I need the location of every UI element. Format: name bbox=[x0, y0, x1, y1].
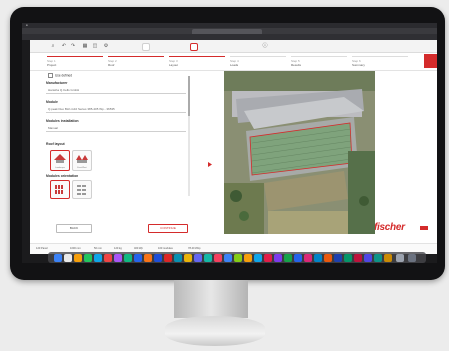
installation-title: Modules installation bbox=[46, 119, 79, 123]
checkbox-label: Use defined bbox=[55, 73, 73, 78]
search-icon[interactable]: ⌕ bbox=[50, 43, 56, 49]
app-icon[interactable] bbox=[324, 253, 332, 262]
orientation-landscape[interactable] bbox=[72, 180, 92, 199]
app-icon[interactable] bbox=[294, 253, 302, 262]
app-icon[interactable] bbox=[244, 253, 252, 262]
orientation-title: Modules orientation bbox=[46, 174, 79, 178]
app-icon[interactable] bbox=[104, 253, 112, 262]
app-icon[interactable] bbox=[254, 253, 262, 262]
fischer-logo: fischer bbox=[374, 222, 405, 233]
roof-option-caption: East-West bbox=[77, 167, 87, 169]
orientation-portrait[interactable] bbox=[50, 180, 70, 199]
app-icon[interactable] bbox=[154, 253, 162, 262]
os-dock bbox=[48, 252, 426, 263]
back-button[interactable]: BACK bbox=[56, 224, 92, 233]
app-icon[interactable] bbox=[274, 253, 282, 262]
trash-icon[interactable] bbox=[408, 253, 416, 262]
roof-east-west-icon bbox=[76, 155, 88, 163]
app-icon[interactable] bbox=[284, 253, 292, 262]
installation-select[interactable]: Manual bbox=[46, 125, 186, 132]
checkbox-box[interactable] bbox=[48, 73, 53, 78]
step-loads[interactable]: Step 4 Loads bbox=[230, 56, 290, 68]
status-item: 120 Panel bbox=[36, 247, 48, 250]
app-icon[interactable] bbox=[124, 253, 132, 262]
app-icon[interactable] bbox=[194, 253, 202, 262]
app-icon[interactable] bbox=[364, 253, 372, 262]
app-icon[interactable] bbox=[224, 253, 232, 262]
apple-icon[interactable]: ● bbox=[26, 23, 28, 27]
downloads-icon[interactable] bbox=[396, 253, 404, 262]
launchpad-icon[interactable] bbox=[64, 253, 72, 262]
collapse-handle-icon[interactable] bbox=[208, 162, 212, 167]
app-icon[interactable] bbox=[354, 253, 362, 262]
app-icon[interactable] bbox=[234, 253, 242, 262]
app-icon[interactable] bbox=[384, 253, 392, 262]
manufacturer-title: Manufacturer bbox=[46, 81, 68, 85]
step-layout[interactable]: Step 3 Layout bbox=[169, 56, 229, 68]
manufacturer-select[interactable]: Hanwha Q.Cells GmbH bbox=[46, 87, 186, 94]
undo-icon[interactable]: ↶ bbox=[61, 43, 67, 49]
app-icon[interactable] bbox=[304, 253, 312, 262]
module-title: Module bbox=[46, 100, 58, 104]
continue-button[interactable]: CONTINUE bbox=[148, 224, 188, 233]
step-summary[interactable]: Step 6 Summary bbox=[352, 56, 412, 68]
roof-option-east-west[interactable]: East-West bbox=[72, 150, 92, 171]
redo-icon[interactable]: ↷ bbox=[70, 43, 76, 49]
toolbar-chip[interactable] bbox=[142, 43, 150, 51]
fischer-logo-tag bbox=[420, 226, 428, 230]
app-icon[interactable] bbox=[204, 253, 212, 262]
finder-icon[interactable] bbox=[54, 253, 62, 262]
toolbar-chip-active[interactable] bbox=[190, 43, 198, 51]
scrollbar-thumb[interactable] bbox=[188, 76, 190, 116]
app-icon[interactable] bbox=[114, 253, 122, 262]
grid-icon[interactable]: ▦ bbox=[82, 43, 88, 49]
app-icon[interactable] bbox=[144, 253, 152, 262]
app-icon[interactable] bbox=[334, 253, 342, 262]
roof-option-landscape[interactable]: Landscape bbox=[50, 150, 70, 171]
monitor-stand-neck bbox=[174, 280, 248, 318]
aerial-map[interactable] bbox=[224, 71, 375, 234]
step-results[interactable]: Step 5 Results bbox=[291, 56, 351, 68]
app-icon[interactable] bbox=[74, 253, 82, 262]
app-icon[interactable] bbox=[164, 253, 172, 262]
app-icon[interactable] bbox=[374, 253, 382, 262]
app-icon[interactable] bbox=[134, 253, 142, 262]
app-icon[interactable] bbox=[214, 253, 222, 262]
app-icon[interactable] bbox=[314, 253, 322, 262]
use-defined-checkbox[interactable]: Use defined bbox=[48, 73, 72, 78]
app-icon[interactable] bbox=[94, 253, 102, 262]
brand-logo-badge bbox=[424, 54, 437, 68]
configuration-panel: Use defined Manufacturer Hanwha Q.Cells … bbox=[46, 72, 190, 244]
panel-grid-landscape-icon bbox=[77, 185, 86, 195]
info-icon[interactable]: ⓘ bbox=[262, 43, 268, 49]
module-select[interactable]: Q.peak Duo BLK-G10 Series 385-405 Wp - 3… bbox=[46, 106, 186, 113]
app-icon[interactable] bbox=[184, 253, 192, 262]
roof-option-caption: Landscape bbox=[55, 167, 65, 169]
step-project[interactable]: Step 1 Project bbox=[47, 56, 107, 68]
panel-grid-portrait-icon bbox=[55, 185, 63, 194]
monitor-stand-base bbox=[165, 316, 265, 346]
roof-layout-title: Roof layout bbox=[46, 142, 65, 146]
roof-landscape-icon bbox=[54, 154, 66, 163]
app-icon[interactable] bbox=[84, 253, 92, 262]
panel-scrollbar[interactable] bbox=[188, 76, 190, 196]
settings-icon[interactable]: ⚙ bbox=[103, 43, 109, 49]
app-icon[interactable] bbox=[344, 253, 352, 262]
layers-icon[interactable]: ◫ bbox=[92, 43, 98, 49]
app-icon[interactable] bbox=[264, 253, 272, 262]
aerial-map-image bbox=[224, 71, 375, 234]
app-toolbar: ⌕ ↶ ↷ ▦ ◫ ⚙ ⓘ bbox=[30, 40, 437, 53]
wizard-steps: Step 1 Project Step 2 Roof Step 3 Layout… bbox=[30, 53, 437, 71]
step-roof[interactable]: Step 2 Roof bbox=[108, 56, 168, 68]
app-icon[interactable] bbox=[174, 253, 182, 262]
